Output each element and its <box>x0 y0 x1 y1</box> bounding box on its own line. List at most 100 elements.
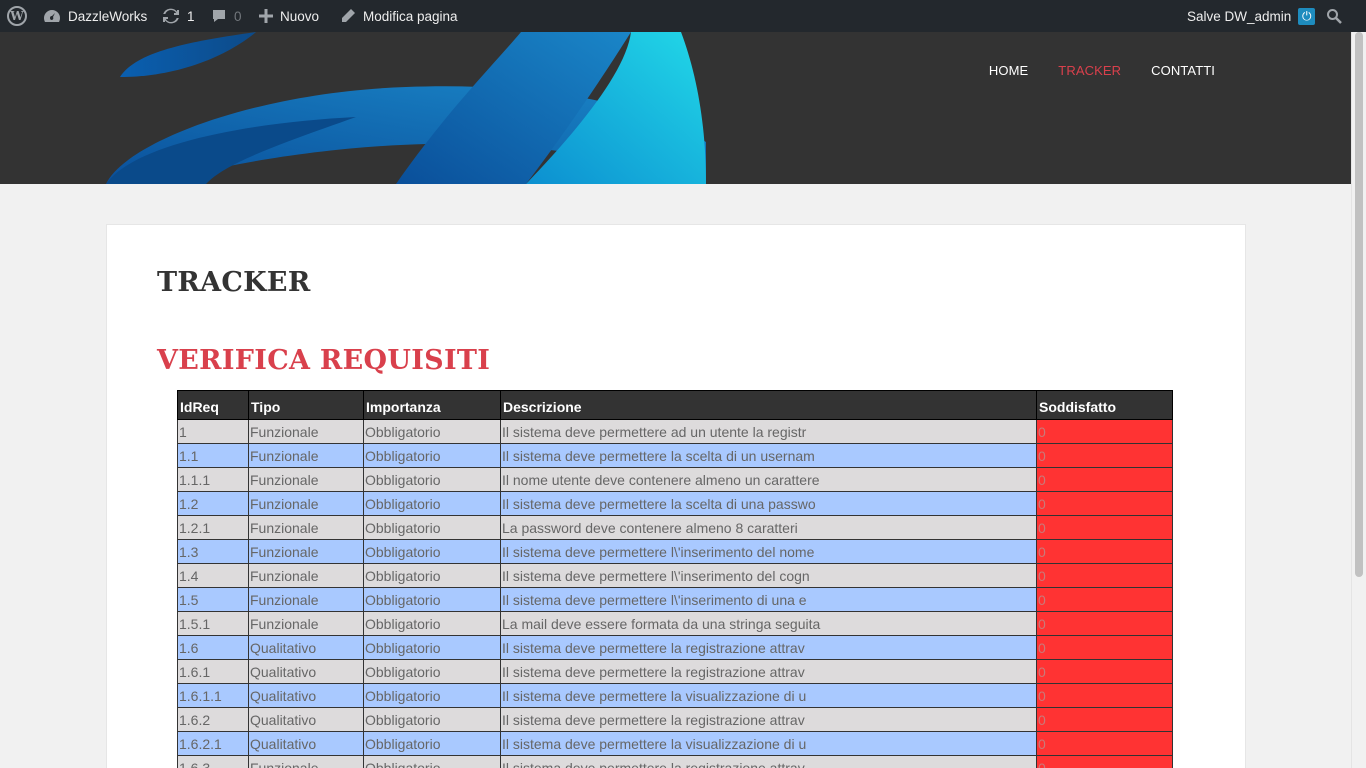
updates-link[interactable]: 1 <box>162 0 195 32</box>
table-row: 1.1.1 Funzionale Obbligatorio Il nome utent… <box>177 467 1173 492</box>
cell-tipo: Qualitativo <box>248 659 364 684</box>
cell-tipo: Funzionale <box>248 539 364 564</box>
cell-idreq: 1.2 <box>177 491 249 516</box>
admin-search-button[interactable] <box>1326 0 1342 32</box>
cell-idreq: 1.6.2.1 <box>177 731 249 756</box>
column-header-idreq[interactable]: IdReq <box>177 390 249 420</box>
cell-soddisfatto: 0 <box>1036 491 1173 516</box>
table-row: 1.6.2.1 Qualitativo Obbligatorio Il sistema… <box>177 731 1173 756</box>
cell-tipo: Funzionale <box>248 419 364 444</box>
wordpress-menu[interactable]: W <box>7 0 27 32</box>
edit-page-label: Modifica pagina <box>363 8 458 24</box>
cell-soddisfatto: 0 <box>1036 731 1173 756</box>
scrollbar-thumb[interactable] <box>1355 32 1363 577</box>
refresh-icon <box>162 8 180 24</box>
cell-idreq: 1.6.1 <box>177 659 249 684</box>
cell-importanza: Obbligatorio <box>363 515 501 540</box>
cell-idreq: 1.4 <box>177 563 249 588</box>
table-row: 1.3 Funzionale Obbligatorio Il sistema deve… <box>177 539 1173 564</box>
column-header-tipo[interactable]: Tipo <box>248 390 364 420</box>
cell-idreq: 1.1 <box>177 443 249 468</box>
section-title: VERIFICA REQUISITI <box>157 345 491 376</box>
cell-importanza: Obbligatorio <box>363 635 501 660</box>
table-row: 1 Funzionale Obbligatorio Il sistema deve p… <box>177 419 1173 444</box>
cell-importanza: Obbligatorio <box>363 467 501 492</box>
cell-soddisfatto: 0 <box>1036 755 1173 768</box>
comments-link[interactable]: 0 <box>211 0 242 32</box>
cell-soddisfatto: 0 <box>1036 683 1173 708</box>
cell-soddisfatto: 0 <box>1036 587 1173 612</box>
cell-descrizione: Il sistema deve permettere la registrazi… <box>500 659 1037 684</box>
wordpress-logo-icon: W <box>7 6 27 26</box>
cell-descrizione: Il sistema deve permettere l\'inseriment… <box>500 563 1037 588</box>
table-row: 1.6.2 Qualitativo Obbligatorio Il sistema d… <box>177 707 1173 732</box>
site-name: DazzleWorks <box>68 8 148 24</box>
cell-tipo: Funzionale <box>248 443 364 468</box>
nav-contatti[interactable]: CONTATTI <box>1151 63 1215 78</box>
cell-idreq: 1 <box>177 419 249 444</box>
cell-tipo: Qualitativo <box>248 635 364 660</box>
table-header-row: IdReq Tipo Importanza Descrizione Soddis… <box>177 390 1173 420</box>
cell-tipo: Qualitativo <box>248 683 364 708</box>
cell-tipo: Qualitativo <box>248 731 364 756</box>
cell-tipo: Funzionale <box>248 587 364 612</box>
site-name-link[interactable]: DazzleWorks <box>43 0 147 32</box>
cell-importanza: Obbligatorio <box>363 563 501 588</box>
cell-tipo: Funzionale <box>248 515 364 540</box>
table-row: 1.5 Funzionale Obbligatorio Il sistema deve… <box>177 587 1173 612</box>
cell-importanza: Obbligatorio <box>363 707 501 732</box>
cell-idreq: 1.5 <box>177 587 249 612</box>
cell-idreq: 1.6.2 <box>177 707 249 732</box>
table-row: 1.4 Funzionale Obbligatorio Il sistema deve… <box>177 563 1173 588</box>
edit-page-link[interactable]: Modifica pagina <box>340 0 458 32</box>
cell-descrizione: La password deve contenere almeno 8 cara… <box>500 515 1037 540</box>
nav-home[interactable]: HOME <box>989 63 1028 78</box>
cell-importanza: Obbligatorio <box>363 683 501 708</box>
main-navigation: HOME TRACKER CONTATTI <box>989 32 1215 108</box>
cell-tipo: Funzionale <box>248 491 364 516</box>
site-logo-swirl[interactable] <box>106 32 706 184</box>
page-scrollbar[interactable] <box>1351 32 1366 768</box>
cell-idreq: 1.5.1 <box>177 611 249 636</box>
updates-count: 1 <box>187 8 195 24</box>
account-menu[interactable]: Salve DW_admin ⏻ <box>1187 0 1316 32</box>
new-content-link[interactable]: Nuovo <box>259 0 319 32</box>
new-label: Nuovo <box>280 8 320 24</box>
table-row: 1.2 Funzionale Obbligatorio Il sistema deve… <box>177 491 1173 516</box>
cell-idreq: 1.6 <box>177 635 249 660</box>
cell-descrizione: Il sistema deve permettere la visualizza… <box>500 731 1037 756</box>
comment-bubble-icon <box>211 8 227 24</box>
cell-descrizione: La mail deve essere formata da una strin… <box>500 611 1037 636</box>
nav-tracker[interactable]: TRACKER <box>1058 63 1121 78</box>
cell-descrizione: Il sistema deve permettere la scelta di … <box>500 443 1037 468</box>
page-title: TRACKER <box>157 267 311 298</box>
cell-soddisfatto: 0 <box>1036 515 1173 540</box>
cell-descrizione: Il sistema deve permettere la registrazi… <box>500 635 1037 660</box>
column-header-soddisfatto[interactable]: Soddisfatto <box>1036 390 1173 420</box>
cell-soddisfatto: 0 <box>1036 419 1173 444</box>
column-header-importanza[interactable]: Importanza <box>363 390 501 420</box>
cell-tipo: Funzionale <box>248 755 364 768</box>
column-header-descrizione[interactable]: Descrizione <box>500 390 1037 420</box>
plus-icon <box>259 9 273 23</box>
user-greeting: Salve DW_admin <box>1187 8 1292 24</box>
comments-count: 0 <box>234 8 242 24</box>
cell-descrizione: Il sistema deve permettere la visualizza… <box>500 683 1037 708</box>
cell-tipo: Funzionale <box>248 467 364 492</box>
cell-importanza: Obbligatorio <box>363 731 501 756</box>
table-row: 1.2.1 Funzionale Obbligatorio La password d… <box>177 515 1173 540</box>
cell-descrizione: Il nome utente deve contenere almeno un … <box>500 467 1037 492</box>
table-row: 1.6 Qualitativo Obbligatorio Il sistema dev… <box>177 635 1173 660</box>
cell-importanza: Obbligatorio <box>363 491 501 516</box>
cell-soddisfatto: 0 <box>1036 443 1173 468</box>
pencil-icon <box>340 8 356 24</box>
cell-tipo: Funzionale <box>248 563 364 588</box>
table-row: 1.1 Funzionale Obbligatorio Il sistema deve… <box>177 443 1173 468</box>
cell-descrizione: Il sistema deve permettere la scelta di … <box>500 491 1037 516</box>
table-row: 1.6.1.1 Qualitativo Obbligatorio Il sistema… <box>177 683 1173 708</box>
cell-descrizione: Il sistema deve permettere ad un utente … <box>500 419 1037 444</box>
table-row: 1.6.1 Qualitativo Obbligatorio Il sistema d… <box>177 659 1173 684</box>
cell-tipo: Funzionale <box>248 611 364 636</box>
table-row: 1.5.1 Funzionale Obbligatorio La mail deve … <box>177 611 1173 636</box>
cell-idreq: 1.2.1 <box>177 515 249 540</box>
